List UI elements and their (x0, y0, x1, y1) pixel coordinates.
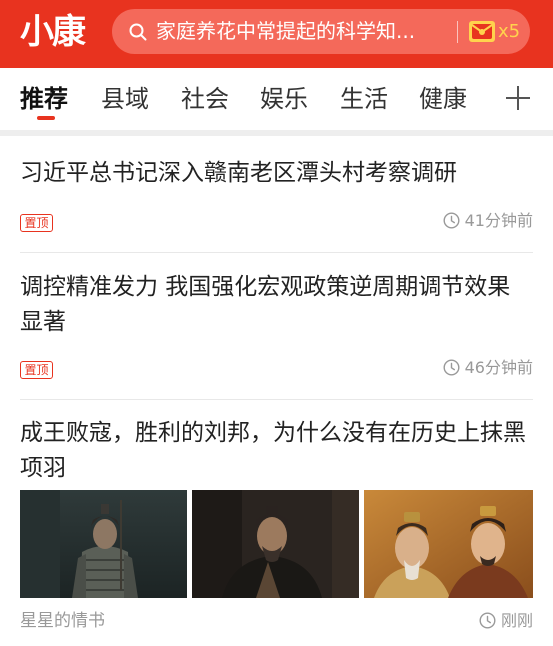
pinned-badge: 置顶 (20, 361, 53, 379)
category-tabs: 推荐 县域 社会 娱乐 生活 健康 (0, 68, 553, 130)
article-thumbnail[interactable] (20, 490, 187, 598)
app-logo[interactable]: 小康 (20, 10, 86, 54)
publish-time-text: 46分钟前 (464, 358, 533, 377)
app-header: 小康 家庭养花中常提起的科学知... x5 (0, 0, 553, 68)
pinned-badge: 置顶 (20, 214, 53, 232)
feed-item[interactable]: 习近平总书记深入赣南老区潭头村考察调研 (20, 156, 533, 191)
tab-society[interactable]: 社会 (181, 82, 229, 116)
coupon-count: x5 (498, 21, 521, 42)
publish-time: 41分钟前 (443, 210, 533, 232)
article-title[interactable]: 习近平总书记深入赣南老区潭头村考察调研 (20, 156, 533, 191)
feed-item[interactable]: 成王败寇，胜利的刘邦，为什么没有在历史上抹黑项羽 (20, 416, 533, 486)
tab-life[interactable]: 生活 (340, 82, 388, 116)
article-thumbnail[interactable] (192, 490, 359, 598)
article-thumbnail[interactable] (364, 490, 533, 598)
article-source[interactable]: 星星的情书 (20, 610, 105, 632)
active-tab-indicator (37, 116, 55, 120)
red-envelope-icon[interactable] (468, 20, 496, 43)
clock-icon (479, 612, 496, 629)
publish-time-text: 刚刚 (500, 611, 533, 630)
article-title[interactable]: 调控精准发力 我国强化宏观政策逆周期调节效果显著 (20, 270, 533, 340)
search-input[interactable]: 家庭养花中常提起的科学知... (156, 9, 446, 54)
search-bar[interactable]: 家庭养花中常提起的科学知... x5 (112, 9, 530, 54)
clock-icon (443, 359, 460, 376)
publish-time: 刚刚 (479, 610, 533, 632)
search-icon (129, 23, 147, 41)
tab-entertainment[interactable]: 娱乐 (260, 82, 308, 116)
publish-time: 46分钟前 (443, 357, 533, 379)
tab-recommend[interactable]: 推荐 (20, 82, 68, 116)
tab-health[interactable]: 健康 (419, 82, 467, 116)
clock-icon (443, 212, 460, 229)
feed-divider (20, 399, 533, 400)
tabs-separator (0, 130, 553, 136)
feed-divider (20, 252, 533, 253)
feed-item[interactable]: 调控精准发力 我国强化宏观政策逆周期调节效果显著 (20, 270, 533, 340)
search-divider (457, 21, 458, 43)
article-title[interactable]: 成王败寇，胜利的刘邦，为什么没有在历史上抹黑项羽 (20, 416, 533, 486)
add-tab-icon[interactable] (505, 85, 531, 111)
publish-time-text: 41分钟前 (464, 211, 533, 230)
tab-county[interactable]: 县域 (101, 82, 149, 116)
